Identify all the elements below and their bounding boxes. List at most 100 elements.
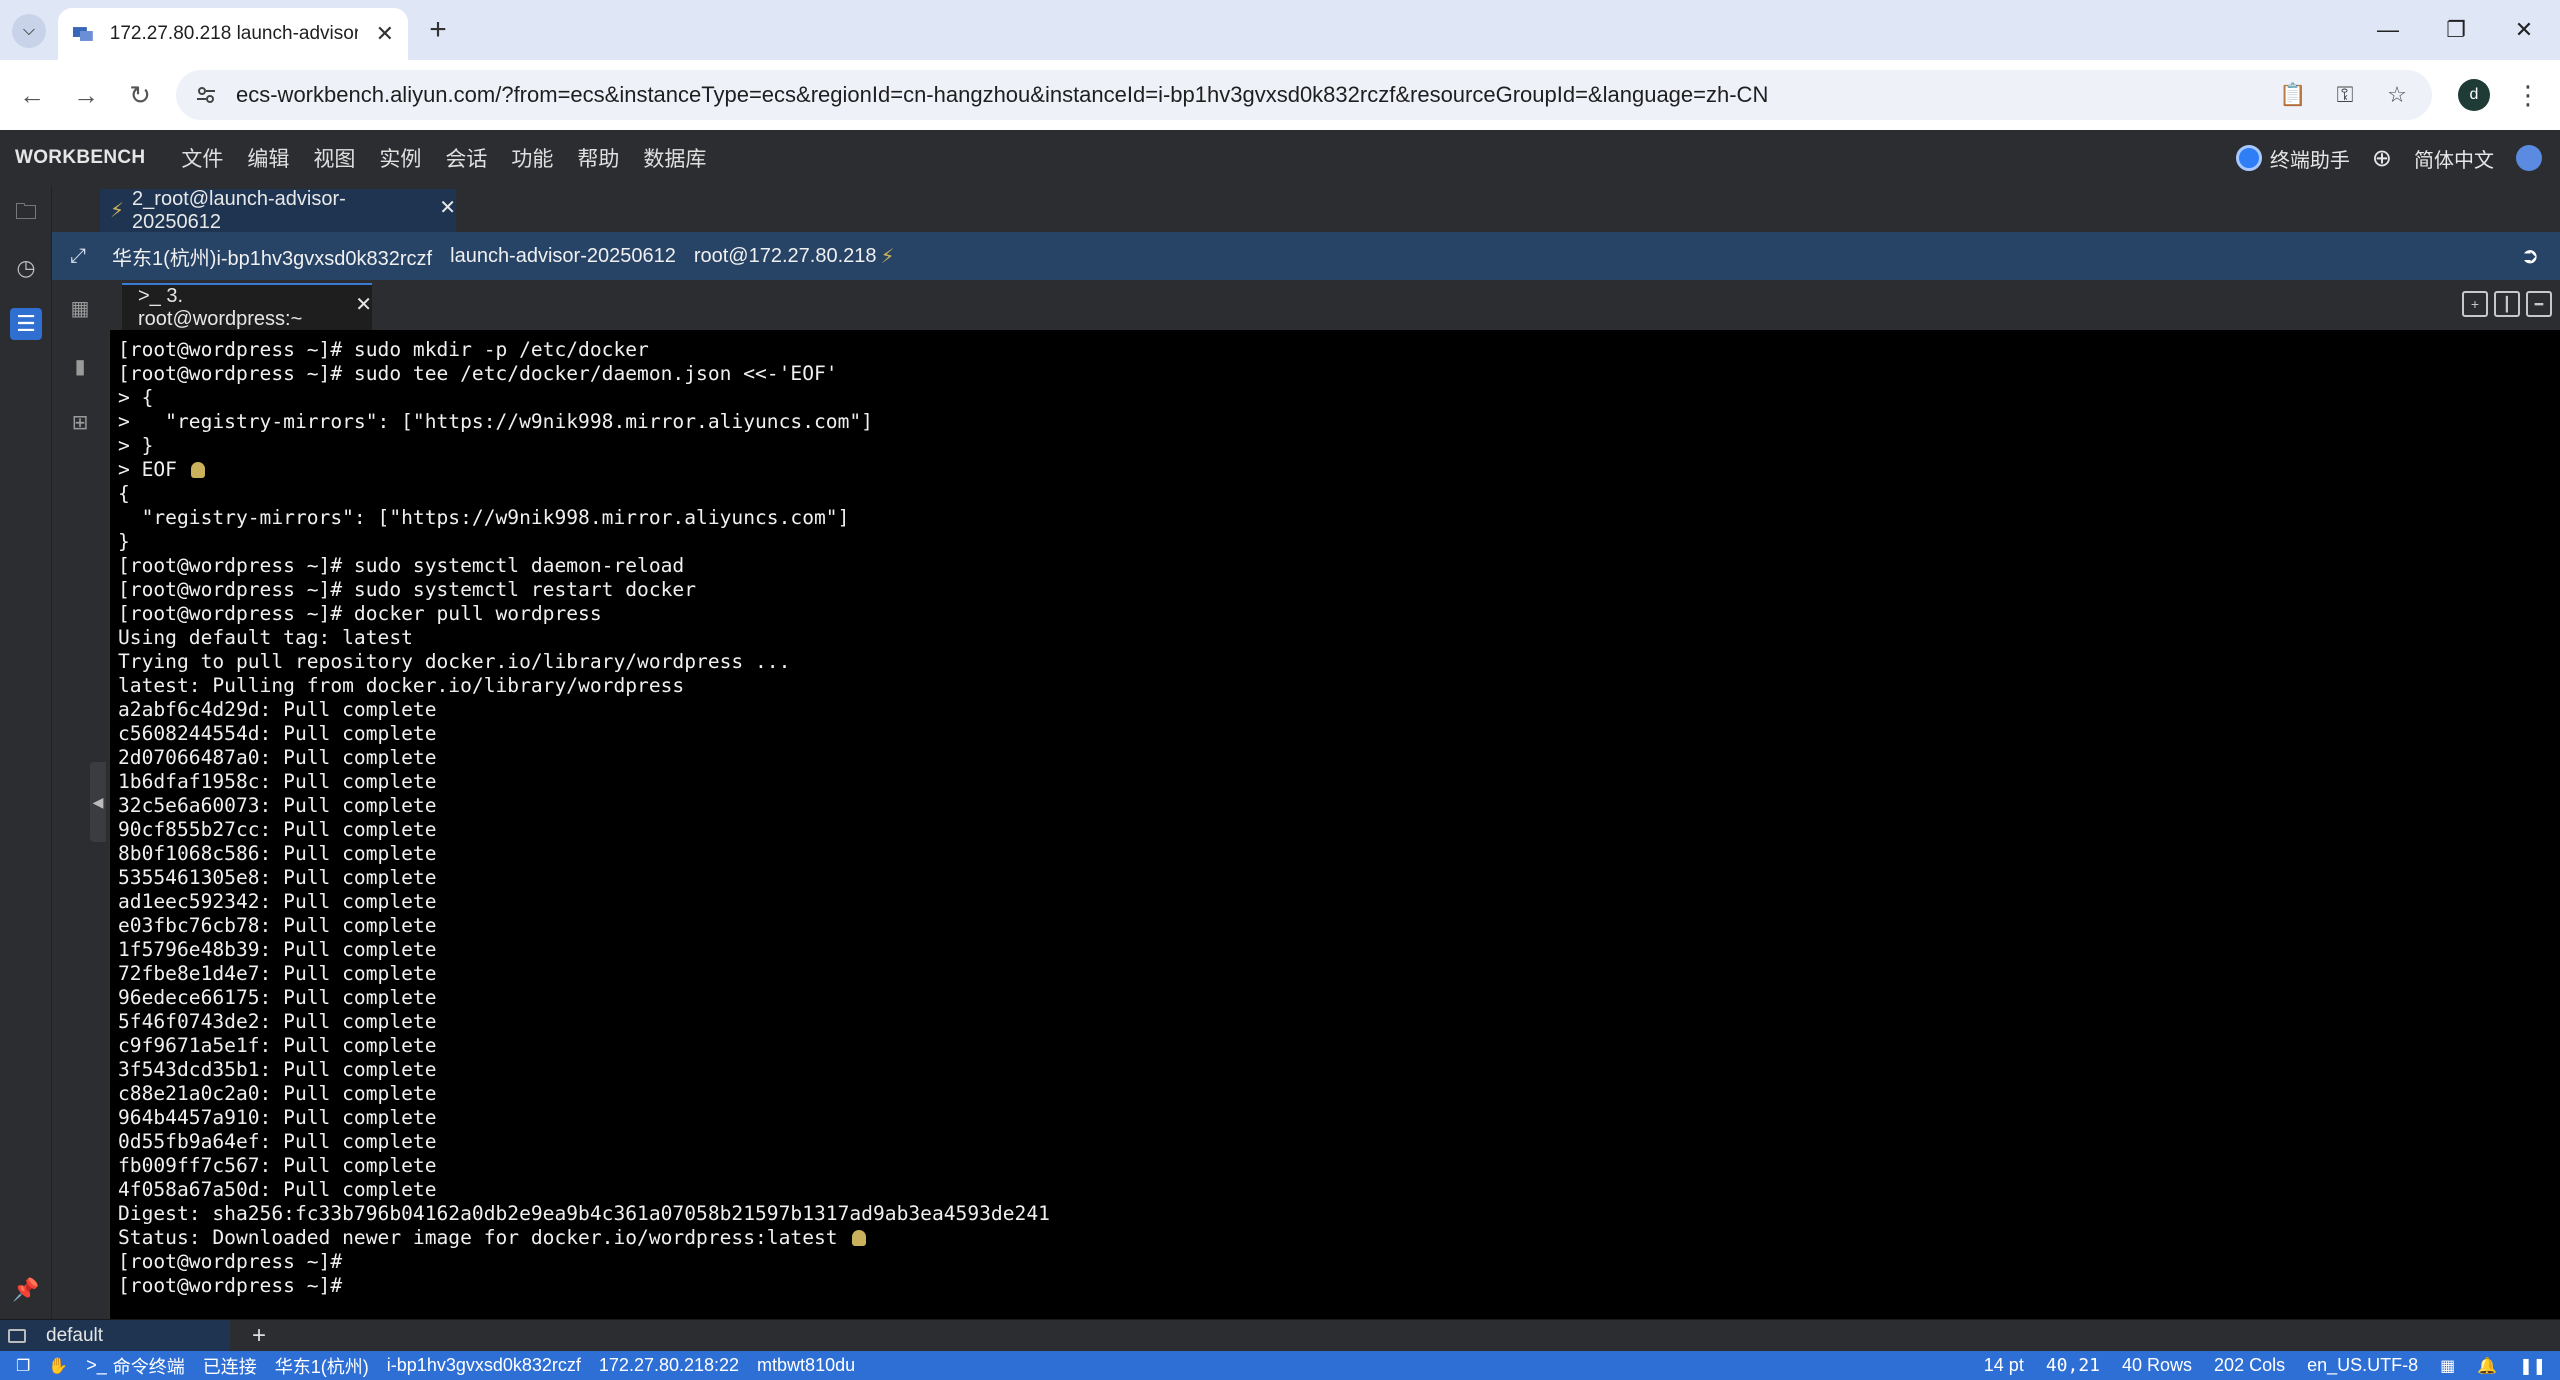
copy-icon[interactable]: ❐ — [16, 1356, 30, 1376]
browser-tab[interactable]: 172.27.80.218 launch-advisor-20250612 ✕ — [58, 8, 408, 60]
split-vertical-icon[interactable]: ┃ — [2494, 291, 2520, 317]
split-horizontal-icon[interactable]: ━ — [2526, 291, 2552, 317]
history-icon[interactable]: ◷ — [10, 252, 42, 284]
session-tabbar: ⚡ 2_root@launch-advisor-20250612 ✕ — [52, 186, 2560, 233]
terminal-line: 1f5796e48b39: Pull complete — [118, 938, 437, 961]
pause-icon[interactable]: ❚❚ — [2519, 1356, 2546, 1376]
back-button[interactable]: ← — [14, 77, 50, 113]
status-bar: ❐ ✋ >_ 命令终端 已连接 华东1(杭州) i-bp1hv3gvxsd0k8… — [0, 1351, 2560, 1380]
menu-view[interactable]: 视图 — [313, 143, 355, 173]
assistant-label: 终端助手 — [2269, 149, 2350, 172]
session-tab[interactable]: ⚡ 2_root@launch-advisor-20250612 ✕ — [100, 187, 456, 233]
file-icon[interactable]: ▮ — [66, 352, 94, 380]
terminal-line: { — [118, 482, 130, 505]
disconnect-icon[interactable]: ➲ — [2516, 242, 2544, 270]
minimize-button[interactable]: — — [2358, 10, 2418, 50]
forward-button[interactable]: → — [68, 77, 104, 113]
status-connection: 已连接 — [202, 1356, 257, 1377]
menu-database[interactable]: 数据库 — [643, 143, 706, 173]
menu-session[interactable]: 会话 — [445, 143, 487, 173]
status-host-port: 172.27.80.218:22 — [598, 1355, 740, 1375]
menu-help[interactable]: 帮助 — [577, 143, 619, 173]
folder-icon[interactable]: 🗀 — [10, 198, 42, 230]
terminal-line: > "registry-mirrors": ["https://w9nik998… — [118, 410, 873, 433]
close-icon[interactable]: ✕ — [376, 21, 394, 47]
terminal-line: 72fbe8e1d4e7: Pull complete — [118, 962, 437, 985]
terminal-line: [root@wordpress ~]# sudo systemctl daemo… — [118, 554, 685, 577]
add-circle-icon[interactable]: ⊕ — [2372, 144, 2392, 173]
instance-region-id: 华东1(杭州)i-bp1hv3gvxsd0k832rczf — [112, 247, 433, 270]
terminal-assistant-button[interactable]: 终端助手 — [2235, 144, 2350, 173]
grid-icon[interactable]: ⊞ — [66, 408, 94, 436]
connection-status-icon: ⚡ — [110, 200, 125, 222]
assistant-logo-icon — [2235, 145, 2262, 171]
menu-file[interactable]: 文件 — [181, 143, 223, 173]
terminal-tab[interactable]: >_ 3. root@wordpress:~ ✕ — [122, 283, 372, 330]
terminal-line: 5f46f0743de2: Pull complete — [118, 1010, 437, 1033]
terminal-line: c5608244554d: Pull complete — [118, 722, 437, 745]
panel-tab-default[interactable]: default — [0, 1320, 230, 1352]
address-bar[interactable]: ecs-workbench.aliyun.com/?from=ecs&insta… — [176, 70, 2432, 120]
terminal-line: } — [118, 530, 130, 553]
secondary-sidebar: ≡ ▦ ▮ ⊞ — [52, 186, 108, 1319]
new-tab-button[interactable]: + — [420, 12, 456, 48]
close-icon[interactable]: ✕ — [439, 195, 456, 220]
window-close-button[interactable]: ✕ — [2494, 10, 2554, 50]
pin-icon[interactable]: 📌 — [10, 1274, 42, 1306]
terminal-line: 3f543dcd35b1: Pull complete — [118, 1058, 437, 1081]
terminal-line: [root@wordpress ~]# — [118, 1274, 343, 1297]
fullscreen-icon[interactable]: ⤢ — [70, 245, 86, 268]
menu-edit[interactable]: 编辑 — [247, 143, 289, 173]
url-text: ecs-workbench.aliyun.com/?from=ecs&insta… — [236, 82, 1769, 107]
site-info-icon[interactable] — [186, 75, 226, 115]
terminal-line: 4f058a67a50d: Pull complete — [118, 1178, 437, 1201]
login-user-host: root@172.27.80.218 — [693, 244, 877, 267]
new-pane-icon[interactable]: + — [2462, 291, 2488, 317]
tab-search-button[interactable]: ⌵ — [12, 14, 46, 48]
menu-instance[interactable]: 实例 — [379, 143, 421, 173]
session-tab-label: 2_root@launch-advisor-20250612 — [132, 187, 346, 233]
terminal-icon[interactable]: ▦ — [66, 294, 94, 322]
status-locale[interactable]: en_US.UTF-8 — [2307, 1355, 2418, 1376]
terminal-line: 32c5e6a60073: Pull complete — [118, 794, 437, 817]
status-font-size[interactable]: 14 pt — [1984, 1355, 2024, 1376]
terminal-line: a2abf6c4d29d: Pull complete — [118, 698, 437, 721]
language-selector[interactable]: 简体中文 — [2414, 144, 2494, 173]
profile-avatar[interactable]: d — [2458, 79, 2490, 111]
lightbulb-icon[interactable] — [190, 462, 205, 478]
browser-menu-icon[interactable]: ⋮ — [2510, 77, 2546, 113]
session-list-icon[interactable]: ☰ — [10, 308, 42, 340]
status-region: 华东1(杭州) — [274, 1356, 369, 1377]
key-icon[interactable]: ⚿ — [2328, 78, 2362, 112]
add-panel-button[interactable]: + — [252, 1320, 266, 1352]
sidebar-collapse-handle[interactable]: ◀ — [90, 762, 106, 842]
browser-toolbar: ← → ↻ ecs-workbench.aliyun.com/?from=ecs… — [0, 60, 2560, 130]
terminal-line: > EOF — [118, 458, 2560, 482]
terminal-line: 8b0f1068c586: Pull complete — [118, 842, 437, 865]
reload-button[interactable]: ↻ — [122, 77, 158, 113]
terminal-line: e03fbc76cb78: Pull complete — [118, 914, 437, 937]
user-avatar-icon[interactable] — [2516, 145, 2542, 171]
bell-icon[interactable]: 🔔 — [2477, 1356, 2497, 1376]
browser-tabstrip: ⌵ 172.27.80.218 launch-advisor-20250612 … — [0, 0, 2560, 60]
lightbulb-icon[interactable] — [851, 1230, 866, 1246]
workbench-brand: WORKBENCH — [15, 147, 146, 168]
terminal-line: Status: Downloaded newer image for docke… — [118, 1226, 2560, 1250]
terminal-line: 1b6dfaf1958c: Pull complete — [118, 770, 437, 793]
terminal-line: c88e21a0c2a0: Pull complete — [118, 1082, 437, 1105]
terminal-output[interactable]: [root@wordpress ~]# sudo mkdir -p /etc/d… — [108, 330, 2560, 1319]
status-instance-id: i-bp1hv3gvxsd0k832rczf — [386, 1355, 581, 1375]
bookmark-star-icon[interactable]: ☆ — [2380, 78, 2414, 112]
clipboard-icon[interactable]: 📋 — [2276, 78, 2310, 112]
restore-button[interactable]: ❐ — [2426, 10, 2486, 50]
browser-tab-title: 172.27.80.218 launch-advisor-20250612 — [109, 23, 358, 44]
hand-icon[interactable]: ✋ — [48, 1356, 68, 1376]
menu-features[interactable]: 功能 — [511, 143, 553, 173]
terminal-line: 96edece66175: Pull complete — [118, 986, 437, 1009]
terminal-line: 2d07066487a0: Pull complete — [118, 746, 437, 769]
bottom-panel-bar: default + — [0, 1319, 2560, 1352]
terminal-line: > } — [118, 434, 154, 457]
remote-desktop-icon — [72, 27, 93, 41]
close-icon[interactable]: ✕ — [355, 292, 372, 317]
grid-icon[interactable]: ▦ — [2440, 1356, 2455, 1376]
